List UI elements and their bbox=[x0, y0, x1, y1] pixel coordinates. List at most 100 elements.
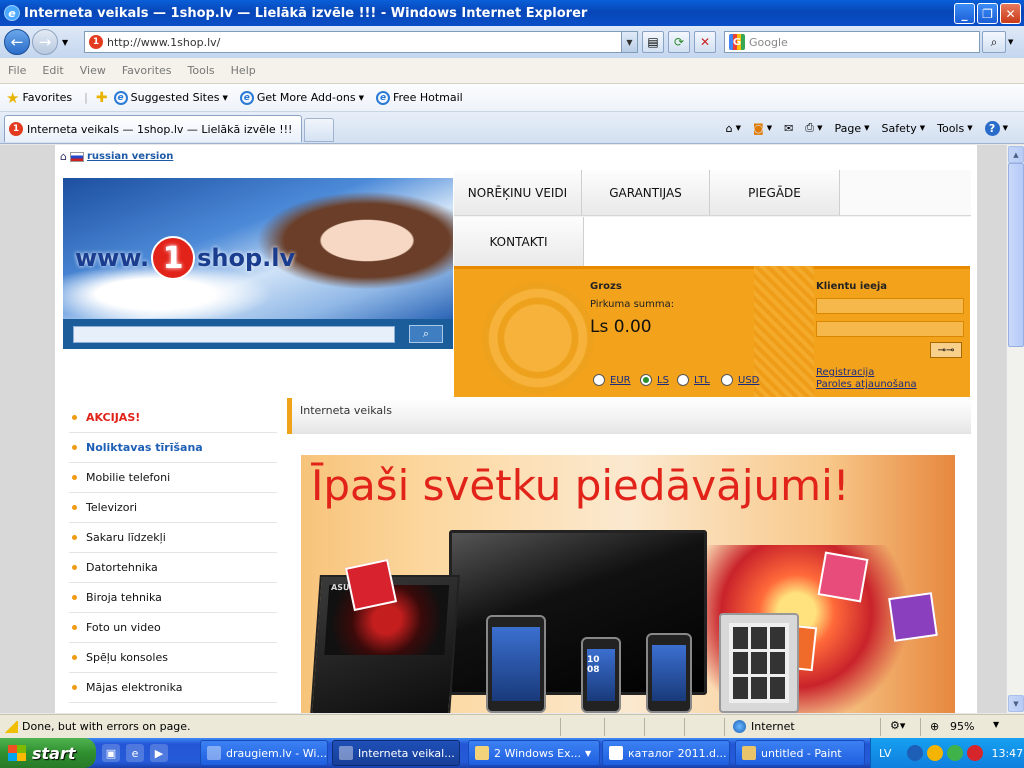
address-dropdown-icon[interactable]: ▼ bbox=[621, 32, 637, 52]
clock[interactable]: 13:47 bbox=[991, 747, 1023, 760]
currency-label[interactable]: LS bbox=[657, 375, 669, 386]
tray-app-icon[interactable] bbox=[927, 745, 944, 761]
menu-tools[interactable]: Tools bbox=[188, 64, 215, 77]
safety-menu[interactable]: Safety ▼ bbox=[882, 122, 926, 135]
scroll-up-icon[interactable]: ▲ bbox=[1008, 146, 1024, 163]
menu-view[interactable]: View bbox=[80, 64, 106, 77]
fav-link-hotmail[interactable]: e Free Hotmail bbox=[376, 90, 463, 105]
minimize-button[interactable]: _ bbox=[954, 3, 975, 24]
taskbar-item[interactable]: draugiem.lv - Wi... bbox=[200, 740, 328, 766]
address-input[interactable]: http://www.1shop.lv/ bbox=[107, 36, 220, 49]
home-icon[interactable]: ⌂ ▼ bbox=[726, 122, 741, 135]
tab-guarantees[interactable]: GARANTIJAS bbox=[582, 170, 710, 216]
currency-label[interactable]: EUR bbox=[610, 375, 631, 386]
stop-icon[interactable]: ✕ bbox=[694, 31, 716, 53]
category-item[interactable]: Mājas elektronika bbox=[69, 673, 277, 703]
address-bar[interactable]: 1 http://www.1shop.lv/ ▼ bbox=[84, 31, 638, 53]
recent-pages-dropdown-icon[interactable]: ▼ bbox=[62, 38, 68, 47]
tab-contacts[interactable]: KONTAKTI bbox=[454, 217, 584, 266]
scroll-down-icon[interactable]: ▼ bbox=[1008, 695, 1024, 712]
site-search-input[interactable] bbox=[73, 326, 395, 343]
menu-favorites[interactable]: Favorites bbox=[122, 64, 172, 77]
category-item[interactable]: Spēļu konsoles bbox=[69, 643, 277, 673]
chevron-down-icon[interactable]: ▼ bbox=[1003, 124, 1008, 132]
compatibility-view-icon[interactable]: ▤ bbox=[642, 31, 664, 53]
currency-radio-ltl[interactable] bbox=[677, 374, 689, 386]
help-icon[interactable]: ? bbox=[984, 120, 1000, 136]
refresh-icon[interactable]: ⟳ bbox=[668, 31, 690, 53]
currency-ls[interactable]: LS bbox=[640, 374, 669, 386]
password-recovery-link[interactable]: Paroles atjaunošana bbox=[816, 379, 917, 390]
currency-label[interactable]: USD bbox=[738, 375, 759, 386]
start-button[interactable]: start bbox=[0, 738, 96, 768]
register-link[interactable]: Registracija bbox=[816, 367, 874, 378]
search-input[interactable]: Google bbox=[749, 36, 788, 49]
zoom-level[interactable]: 95% bbox=[950, 720, 974, 733]
rss-feed-icon[interactable]: ◙ ▼ bbox=[753, 122, 772, 135]
tray-app-icon[interactable] bbox=[907, 745, 924, 761]
login-submit-button[interactable]: ⊸⊸ bbox=[930, 342, 962, 358]
category-item[interactable]: AKCIJAS! bbox=[69, 403, 277, 433]
promo-banner[interactable]: Īpaši svētku piedāvājumi! ASUS 10 08 bbox=[301, 455, 955, 713]
maximize-button[interactable]: ❐ bbox=[977, 3, 998, 24]
tab-payment-methods[interactable]: NORĒĶINU VEIDI bbox=[454, 170, 582, 216]
browser-tab[interactable]: 1 Interneta veikals — 1shop.lv — Lielākā… bbox=[4, 115, 302, 142]
site-logo[interactable]: www. 1 shop.lv bbox=[75, 236, 295, 280]
tools-menu[interactable]: Tools ▼ bbox=[937, 122, 973, 135]
tray-app-icon[interactable] bbox=[947, 745, 964, 761]
taskbar-item[interactable]: untitled - Paint bbox=[735, 740, 865, 766]
category-item[interactable]: Datortehnika bbox=[69, 553, 277, 583]
category-item[interactable]: Foto un video bbox=[69, 613, 277, 643]
taskbar-item-active[interactable]: Interneta veikal... bbox=[332, 740, 460, 766]
mail-icon[interactable]: ✉ bbox=[784, 122, 793, 135]
quicklaunch-ie-icon[interactable]: e bbox=[126, 744, 144, 762]
currency-eur[interactable]: EUR bbox=[593, 374, 631, 386]
search-box[interactable]: G Google bbox=[724, 31, 980, 53]
currency-radio-usd[interactable] bbox=[721, 374, 733, 386]
menu-file[interactable]: File bbox=[8, 64, 26, 77]
russian-version-link[interactable]: russian version bbox=[87, 151, 173, 162]
tab-delivery[interactable]: PIEGĀDE bbox=[710, 170, 840, 216]
menu-help[interactable]: Help bbox=[231, 64, 256, 77]
category-item[interactable]: Biroja tehnika bbox=[69, 583, 277, 613]
favorites-button[interactable]: ★ Favorites bbox=[6, 89, 72, 107]
language-indicator[interactable]: LV bbox=[879, 747, 891, 760]
category-item[interactable]: Sakaru līdzekļi bbox=[69, 523, 277, 553]
taskbar-item[interactable]: 2 Windows Ex... ▼ bbox=[468, 740, 600, 766]
warning-icon[interactable] bbox=[4, 720, 18, 733]
search-button-icon[interactable]: ⌕ bbox=[982, 31, 1006, 53]
back-button[interactable]: ← bbox=[4, 29, 30, 55]
window-title-bar[interactable]: e Interneta veikals — 1shop.lv — Lielākā… bbox=[0, 0, 1024, 26]
site-search-button[interactable]: ⌕ bbox=[409, 325, 443, 343]
currency-ltl[interactable]: LTL bbox=[677, 374, 710, 386]
search-options-dropdown-icon[interactable]: ▼ bbox=[1008, 38, 1013, 46]
forward-button[interactable]: → bbox=[32, 29, 58, 55]
login-username-field[interactable] bbox=[816, 298, 964, 314]
zoom-icon[interactable]: ⊕ bbox=[930, 720, 939, 733]
fav-link-addons[interactable]: e Get More Add-ons ▼ bbox=[239, 90, 364, 105]
category-item[interactable]: Mobilie telefoni bbox=[69, 463, 277, 493]
site-banner[interactable]: www. 1 shop.lv bbox=[63, 178, 453, 319]
add-favorite-icon[interactable]: ✚ bbox=[96, 90, 108, 106]
currency-radio-ls[interactable] bbox=[640, 374, 652, 386]
currency-radio-eur[interactable] bbox=[593, 374, 605, 386]
category-item[interactable]: Noliktavas tīrīšana bbox=[69, 433, 277, 463]
currency-usd[interactable]: USD bbox=[721, 374, 759, 386]
new-tab-button[interactable] bbox=[304, 118, 334, 142]
category-item[interactable]: Televizori bbox=[69, 493, 277, 523]
menu-edit[interactable]: Edit bbox=[42, 64, 63, 77]
close-button[interactable]: ✕ bbox=[1000, 3, 1021, 24]
vertical-scrollbar[interactable]: ▲ ▼ bbox=[1006, 145, 1024, 713]
print-icon[interactable]: ⎙ ▼ bbox=[805, 121, 822, 135]
scrollbar-thumb[interactable] bbox=[1008, 163, 1024, 347]
fav-link-suggested-sites[interactable]: e Suggested Sites ▼ bbox=[113, 90, 228, 105]
currency-label[interactable]: LTL bbox=[694, 375, 710, 386]
protected-mode-icon[interactable]: ⚙▾ bbox=[890, 719, 905, 732]
quicklaunch-desktop-icon[interactable]: ▣ bbox=[102, 744, 120, 762]
taskbar-item[interactable]: каталог 2011.d... bbox=[602, 740, 730, 766]
page-menu[interactable]: Page ▼ bbox=[835, 122, 870, 135]
zoom-dropdown-icon[interactable]: ▼ bbox=[993, 720, 999, 729]
home-icon[interactable]: ⌂ bbox=[60, 150, 67, 163]
login-password-field[interactable] bbox=[816, 321, 964, 337]
tray-app-icon[interactable] bbox=[967, 745, 984, 761]
